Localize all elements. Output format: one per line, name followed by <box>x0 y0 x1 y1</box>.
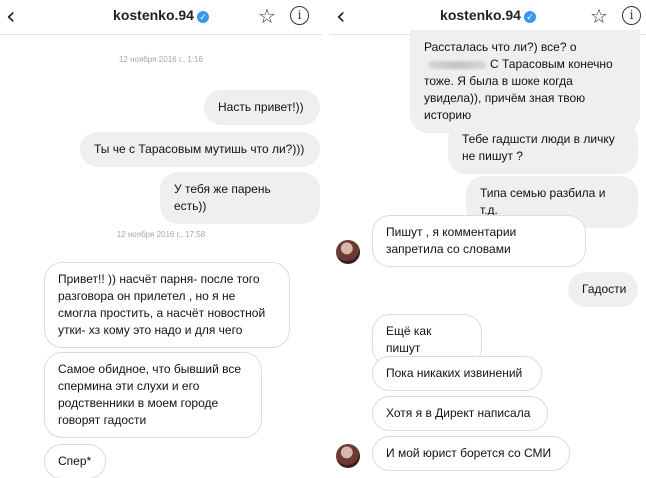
username: kostenko.94 <box>113 7 194 23</box>
timestamp: 12 ноября 2016 г., 1:16 <box>118 55 203 64</box>
timestamp: 12 ноября 2016 г., 17:58 <box>116 230 206 239</box>
panel-divider <box>322 0 330 478</box>
outgoing-message[interactable]: Рассталась что ли?) все? оС Тарасовым ко… <box>410 30 640 133</box>
incoming-message[interactable]: Самое обидное, что бывший все спермина э… <box>44 352 262 438</box>
avatar <box>336 240 360 264</box>
incoming-message[interactable]: Пишут , я комментарии запретила со слова… <box>372 215 586 267</box>
outgoing-message[interactable]: У тебя же парень есть)) <box>160 172 320 224</box>
message-text: Рассталась что ли?) все? о <box>424 40 577 54</box>
verified-badge-icon: ✓ <box>196 11 209 23</box>
outgoing-message[interactable]: Насть привет!)) <box>204 90 320 125</box>
incoming-message[interactable]: И мой юрист борется со СМИ <box>372 436 570 471</box>
left-chat-panel: ‹ kostenko.94 ✓ ☆ i 12 ноября 2016 г., 1:… <box>0 0 322 478</box>
right-chat-panel: ‹ kostenko.94 ✓ ☆ i Рассталась что ли?) в… <box>330 0 646 478</box>
outgoing-message[interactable]: Гадости <box>568 272 638 307</box>
incoming-message[interactable]: Пока никаких извинений <box>372 356 542 391</box>
avatar <box>336 444 360 468</box>
star-icon[interactable]: ☆ <box>258 4 276 28</box>
incoming-message[interactable]: Привет!! )) насчёт парня- после того раз… <box>44 262 290 348</box>
info-icon[interactable]: i <box>290 6 309 25</box>
redacted-name <box>428 60 486 69</box>
incoming-message[interactable]: Спер* <box>44 444 106 478</box>
star-icon[interactable]: ☆ <box>590 4 608 28</box>
outgoing-message[interactable]: Ты че с Тарасовым мутишь что ли?))) <box>80 132 320 167</box>
outgoing-message[interactable]: Тебе гадшсти люди в личку не пишут ? <box>448 122 638 174</box>
verified-badge-icon: ✓ <box>523 11 536 23</box>
incoming-message[interactable]: Хотя я в Директ написала <box>372 396 548 431</box>
username: kostenko.94 <box>440 7 521 23</box>
chat-header: ‹ kostenko.94 ✓ ☆ i <box>0 0 322 35</box>
info-icon[interactable]: i <box>622 6 641 25</box>
